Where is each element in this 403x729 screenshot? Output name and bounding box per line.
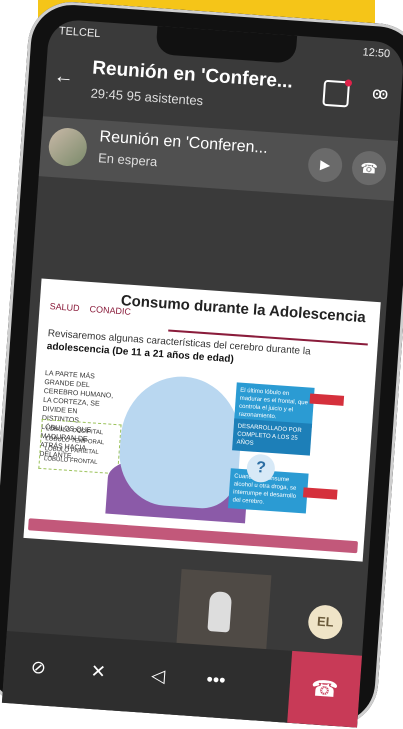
- arrow-icon: [302, 487, 338, 500]
- participant-figure: [207, 591, 233, 633]
- chat-icon[interactable]: [322, 79, 353, 108]
- info-box-2: DESARROLLADO POR COMPLETO A LOS 25 AÑOS: [232, 418, 313, 456]
- more-options-button[interactable]: •••: [199, 663, 233, 697]
- header-actions: ꙭ: [322, 79, 392, 111]
- slide-title: Consumo durante la Adolescencia: [120, 292, 367, 327]
- slide-text: Revisaremos algunas características del …: [46, 327, 367, 375]
- video-off-icon[interactable]: ⊘: [21, 650, 55, 684]
- hang-up-button[interactable]: ☎: [287, 650, 363, 728]
- participant-avatar[interactable]: EL: [307, 604, 344, 641]
- arrow-icon: [309, 393, 345, 406]
- salud-logo: SALUD: [49, 301, 80, 314]
- end-waiting-call-button[interactable]: ☎: [350, 149, 388, 187]
- participants-icon[interactable]: ꙭ: [368, 83, 391, 106]
- shared-slide: SALUD CONADIC Consumo durante la Adolesc…: [23, 278, 381, 562]
- back-arrow-icon[interactable]: ←: [53, 65, 74, 89]
- lobes-legend: LÓBULO OCCIPITAL LÓBULO TEMPORAL LÓBULO …: [38, 418, 122, 475]
- phone-frame: TELCEL 12:50 ← Reunión en 'Confere... 29…: [0, 0, 403, 729]
- brain-illustration: [116, 372, 245, 511]
- mic-off-icon[interactable]: ✕: [81, 654, 115, 688]
- avatar: [47, 126, 89, 168]
- resume-button[interactable]: ▶: [307, 146, 344, 184]
- waiting-call-status: En espera: [97, 150, 158, 170]
- notification-dot: [344, 79, 353, 87]
- clock: 12:50: [362, 46, 391, 61]
- carrier-label: TELCEL: [58, 25, 101, 41]
- slide-logos: SALUD CONADIC: [49, 301, 131, 317]
- phone-screen: TELCEL 12:50 ← Reunión en 'Confere... 29…: [1, 18, 403, 728]
- meeting-subtitle: 29:45 95 asistentes: [90, 85, 204, 109]
- call-controls-bar: ⊘ ✕ ◁ ••• ☎: [1, 630, 363, 728]
- speaker-icon[interactable]: ◁: [141, 659, 175, 693]
- slide-bottom-bar: [27, 518, 359, 554]
